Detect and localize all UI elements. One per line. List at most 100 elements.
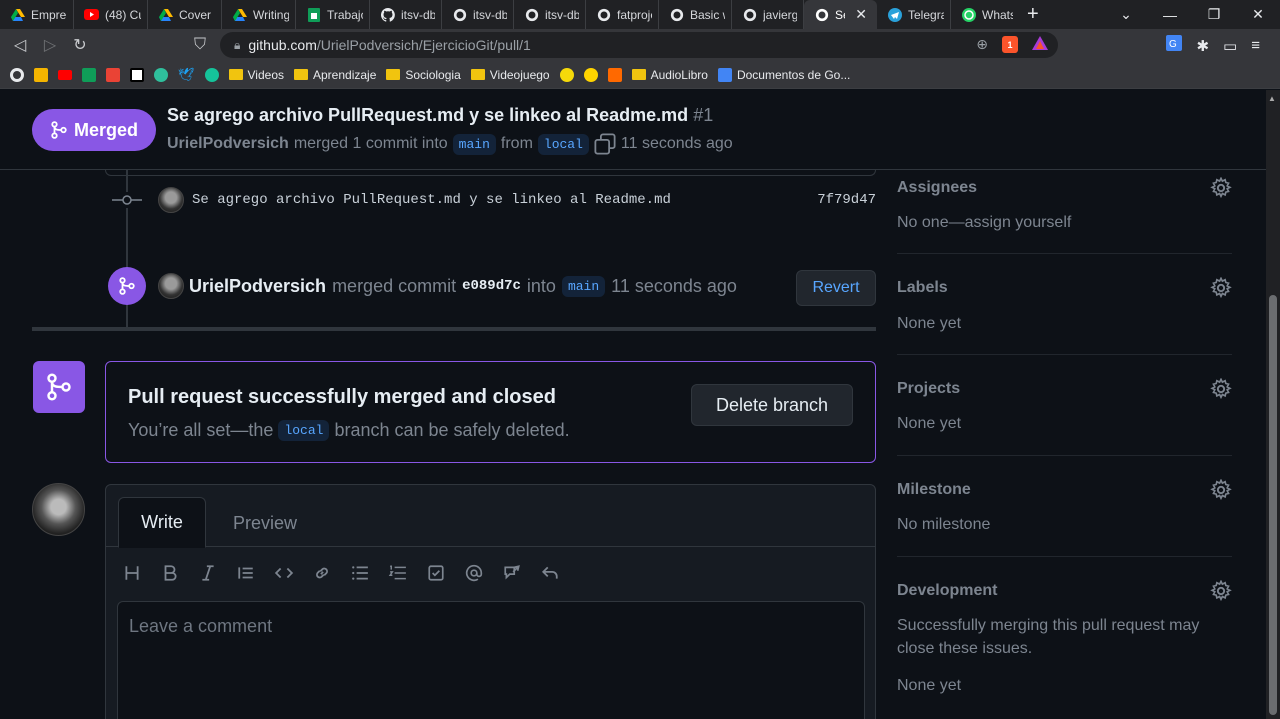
gear-icon[interactable]	[1210, 580, 1232, 602]
bookmark-grammarly[interactable]	[204, 67, 219, 82]
translate-icon[interactable]: G	[1166, 35, 1183, 56]
tab-whatsapp[interactable]: WhatsA	[951, 0, 1019, 29]
tab-youtube[interactable]: (48) Cur	[74, 0, 148, 29]
head-branch-label[interactable]: local	[537, 133, 589, 155]
development-heading[interactable]: Development	[897, 582, 997, 600]
italic-icon[interactable]	[196, 561, 220, 585]
restore-icon[interactable]: ❐	[1192, 6, 1236, 23]
milestone-value: No milestone	[897, 516, 991, 533]
bookmark-github[interactable]	[10, 67, 24, 82]
bookmark-folder-audiolibro[interactable]: AudioLibro	[631, 68, 708, 82]
tab-itsv-1[interactable]: itsv-db-	[370, 0, 442, 29]
bookmark-google-docs[interactable]: Documentos de Go...	[717, 67, 850, 82]
scrollbar-thumb[interactable]	[1269, 295, 1277, 715]
delete-branch-button[interactable]: Delete branch	[691, 384, 853, 426]
gear-icon[interactable]	[1210, 277, 1232, 299]
base-branch-label[interactable]: main	[452, 133, 496, 155]
tab-write[interactable]: Write	[118, 497, 206, 548]
close-tab-icon[interactable]: ✕	[851, 6, 871, 23]
saved-reply-icon[interactable]	[538, 561, 562, 585]
avatar[interactable]	[158, 273, 184, 299]
zoom-icon[interactable]: ⊕	[976, 36, 988, 53]
bookmark-folder-videos[interactable]: Videos	[228, 68, 284, 82]
bookmark-extra-1[interactable]	[559, 67, 574, 82]
comment-textarea[interactable]: Leave a comment	[117, 601, 865, 719]
bookmark-folder-sociologia[interactable]: Sociologia	[386, 68, 461, 82]
gear-icon[interactable]	[1210, 378, 1232, 400]
page-scrollbar[interactable]: ▲	[1266, 90, 1280, 719]
bookmark-icon[interactable]: ⛉	[185, 36, 215, 54]
bookmarks-bar: 🕊︎ Videos Aprendizaje Sociologia Videoju…	[0, 61, 1280, 89]
tab-itsv-3[interactable]: itsv-db-	[514, 0, 586, 29]
merge-commit-sha-link[interactable]: e089d7c	[462, 278, 521, 294]
address-bar[interactable]: 🔒︎ github.com/UrielPodversich/EjercicioG…	[220, 32, 1058, 58]
tab-empren[interactable]: Empren	[0, 0, 74, 29]
merge-user-link[interactable]: UrielPodversich	[189, 276, 326, 297]
quote-icon[interactable]	[234, 561, 258, 585]
bookmark-extra-2[interactable]	[583, 67, 598, 82]
brave-rewards-icon[interactable]	[1032, 36, 1048, 53]
commit-message-link[interactable]: Se agrego archivo PullRequest.md y se li…	[192, 192, 671, 208]
close-window-icon[interactable]: ✕	[1236, 6, 1280, 23]
milestone-heading[interactable]: Milestone	[897, 481, 971, 499]
gear-icon[interactable]	[1210, 479, 1232, 501]
merge-event-badge	[108, 267, 146, 305]
tab-itsv-2[interactable]: itsv-db-	[442, 0, 514, 29]
back-icon[interactable]: ◁	[5, 35, 35, 55]
wallet-icon[interactable]: ▭	[1223, 37, 1237, 55]
forward-icon[interactable]: ▷	[35, 35, 65, 55]
bookmark-calendar[interactable]	[106, 67, 120, 82]
heading-icon[interactable]	[120, 561, 144, 585]
code-icon[interactable]	[272, 561, 296, 585]
labels-heading[interactable]: Labels	[897, 279, 948, 297]
bookmark-twitter[interactable]: 🕊︎	[178, 67, 195, 83]
tab-telegram[interactable]: Telegran	[877, 0, 951, 29]
tab-active-pr[interactable]: Se a ✕	[804, 0, 877, 29]
bookmark-photos[interactable]	[34, 67, 48, 82]
brave-shield-icon[interactable]: 1	[1002, 36, 1018, 53]
avatar[interactable]	[158, 187, 184, 213]
assignees-value[interactable]: No one—assign yourself	[897, 211, 1071, 234]
minimize-icon[interactable]: —	[1148, 7, 1192, 23]
bookmark-xiaomi[interactable]	[607, 67, 622, 82]
ordered-list-icon[interactable]	[386, 561, 410, 585]
tab-javiergu[interactable]: javiergu	[732, 0, 804, 29]
bookmark-youtube[interactable]	[58, 69, 72, 80]
bookmark-folder-aprendizaje[interactable]: Aprendizaje	[294, 68, 376, 82]
reload-icon[interactable]: ↻	[65, 35, 95, 55]
tab-basic-web[interactable]: Basic w	[659, 0, 732, 29]
projects-heading[interactable]: Projects	[897, 380, 960, 398]
commit-sha-link[interactable]: 7f79d47	[817, 192, 876, 208]
new-tab-button[interactable]: +	[1027, 3, 1039, 26]
link-icon[interactable]	[310, 561, 334, 585]
tab-cover-letter[interactable]: Cover le	[148, 0, 222, 29]
avatar[interactable]	[32, 483, 85, 536]
gear-icon[interactable]	[1210, 177, 1232, 199]
unordered-list-icon[interactable]	[348, 561, 372, 585]
assignees-heading[interactable]: Assignees	[897, 179, 977, 197]
menu-icon[interactable]: ≡	[1251, 37, 1260, 54]
extensions-icon[interactable]: ✱	[1196, 37, 1209, 55]
google-drive-icon	[10, 7, 25, 22]
merge-branch-label[interactable]: main	[561, 275, 606, 297]
task-list-icon[interactable]	[424, 561, 448, 585]
cross-reference-icon[interactable]	[500, 561, 524, 585]
scroll-up-icon[interactable]: ▲	[1268, 94, 1276, 103]
tab-writing[interactable]: Writing	[222, 0, 296, 29]
tab-preview[interactable]: Preview	[233, 513, 297, 534]
mention-icon[interactable]	[462, 561, 486, 585]
revert-button[interactable]: Revert	[796, 270, 876, 306]
tab-search-icon[interactable]: ⌄	[1104, 6, 1148, 23]
pr-time: 11 seconds ago	[620, 135, 733, 152]
bookmark-notion[interactable]	[130, 67, 144, 82]
bookmark-app[interactable]	[154, 67, 168, 82]
copy-icon[interactable]	[594, 133, 616, 155]
bookmark-classroom[interactable]	[82, 67, 96, 82]
tab-trabajo[interactable]: Trabajo	[296, 0, 370, 29]
whatsapp-icon	[961, 7, 976, 22]
tab-fatproject[interactable]: fatproje	[586, 0, 659, 29]
deletable-branch-label[interactable]: local	[278, 420, 330, 441]
bookmark-folder-videojuego[interactable]: Videojuego	[470, 68, 550, 82]
pr-author-link[interactable]: UrielPodversich	[167, 135, 289, 153]
bold-icon[interactable]	[158, 561, 182, 585]
